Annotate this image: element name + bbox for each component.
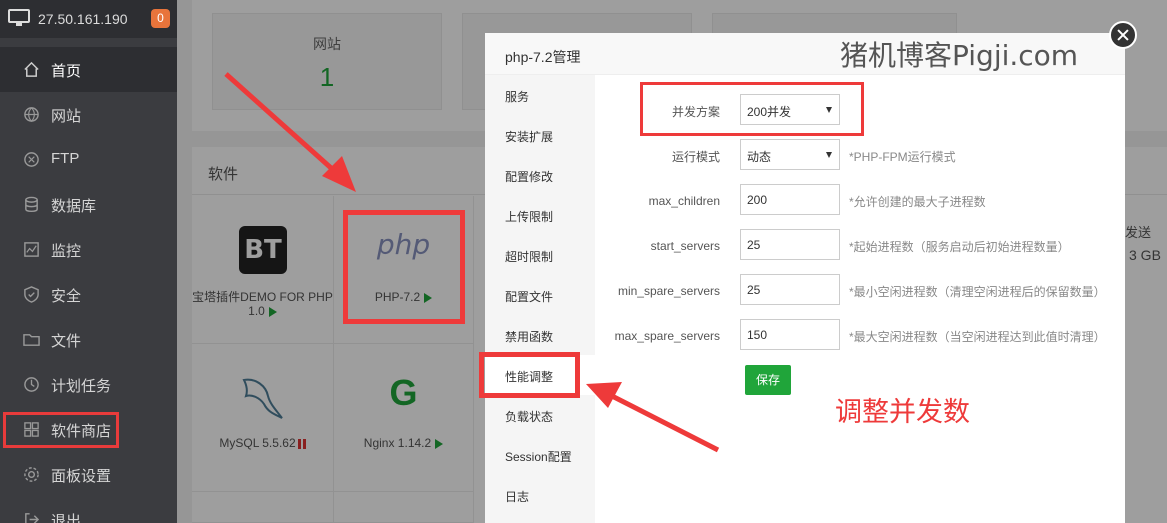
start-servers-input[interactable]: 25: [740, 229, 840, 260]
sidebar-item-label: 安全: [51, 288, 82, 305]
sidebar-item-label: 计划任务: [51, 378, 112, 395]
app-store-highlight-box: [3, 412, 119, 448]
sidebar-item-ftp[interactable]: FTP: [0, 137, 177, 182]
form-label-max-children: max_children: [648, 194, 720, 208]
sidebar-item-label: 退出: [51, 513, 82, 523]
sidebar-item-label: 监控: [51, 243, 82, 260]
sidebar-item-cron[interactable]: 计划任务: [0, 362, 177, 407]
database-icon: [25, 196, 38, 213]
max-spare-servers-input[interactable]: 150: [740, 319, 840, 350]
monitor-icon: [8, 9, 30, 26]
tab-install-extension[interactable]: 安装扩展: [485, 115, 595, 155]
sidebar-item-label: 文件: [51, 333, 82, 350]
sidebar-item-monitor[interactable]: 监控: [0, 227, 177, 272]
annotation-label: 调整并发数: [835, 397, 970, 427]
sidebar-item-label: 面板设置: [51, 468, 112, 485]
tab-logs[interactable]: 日志: [485, 475, 595, 515]
max-children-hint: *允许创建的最大子进程数: [849, 195, 986, 209]
sidebar-item-label: 网站: [51, 108, 82, 125]
clock-icon: [24, 377, 39, 392]
server-ip: 27.50.161.190: [38, 11, 128, 27]
tab-config-file[interactable]: 配置文件: [485, 275, 595, 315]
sidebar-item-settings[interactable]: 面板设置: [0, 452, 177, 497]
form-label-run-mode: 运行模式: [671, 150, 720, 164]
tab-service[interactable]: 服务: [485, 75, 595, 115]
performance-tab-highlight-box: [479, 352, 580, 398]
home-icon: [24, 61, 39, 77]
gear-icon: [24, 467, 39, 482]
start-servers-hint: *起始进程数（服务启动后初始进程数量）: [849, 240, 1070, 254]
sidebar-item-database[interactable]: 数据库: [0, 182, 177, 227]
watermark-text: 猪机博客Pigji.com: [840, 39, 1079, 72]
min-spare-servers-input[interactable]: 25: [740, 274, 840, 305]
tab-load-status[interactable]: 负载状态: [485, 395, 595, 435]
folder-icon: [23, 334, 40, 346]
tab-disabled-functions[interactable]: 禁用函数: [485, 315, 595, 355]
sidebar-item-security[interactable]: 安全: [0, 272, 177, 317]
run-mode-hint: *PHP-FPM运行模式: [849, 150, 956, 164]
modal-title: php-7.2管理: [505, 49, 581, 65]
tab-config-edit[interactable]: 配置修改: [485, 155, 595, 195]
php-highlight-box: [343, 210, 465, 324]
tab-timeout-limit[interactable]: 超时限制: [485, 235, 595, 275]
run-mode-select[interactable]: 动态: [740, 139, 840, 170]
sidebar-item-logout[interactable]: 退出: [0, 497, 177, 523]
max-spare-hint: *最大空闲进程数（当空闲进程达到此值时清理）: [849, 330, 1106, 344]
form-label-start-servers: start_servers: [650, 239, 720, 253]
ftp-icon: [24, 152, 39, 167]
sidebar-item-label: 数据库: [51, 198, 97, 215]
globe-icon: [24, 107, 39, 122]
sidebar: 27.50.161.190 0 首页 网站 FTP 数据库 监控 安全 文件 计…: [0, 0, 177, 523]
tab-session-config[interactable]: Session配置: [485, 435, 595, 475]
min-spare-hint: *最小空闲进程数（清理空闲进程后的保留数量）: [849, 285, 1106, 299]
sidebar-item-label: 首页: [51, 63, 82, 80]
modal-close-icon[interactable]: [1109, 21, 1137, 49]
logout-icon: [25, 513, 40, 523]
sidebar-item-home[interactable]: 首页: [0, 47, 177, 92]
notification-badge[interactable]: 0: [151, 9, 170, 28]
sidebar-item-website[interactable]: 网站: [0, 92, 177, 137]
server-header: 27.50.161.190 0: [0, 0, 177, 38]
save-button[interactable]: 保存: [745, 365, 791, 395]
monitor-chart-icon: [24, 242, 39, 257]
modal-tabs: 服务 安装扩展 配置修改 上传限制 超时限制 配置文件 禁用函数 性能调整 负载…: [485, 75, 595, 523]
concurrency-highlight-box: [640, 82, 864, 136]
max-children-input[interactable]: 200: [740, 184, 840, 215]
sidebar-item-files[interactable]: 文件: [0, 317, 177, 362]
shield-icon: [24, 286, 39, 303]
tab-upload-limit[interactable]: 上传限制: [485, 195, 595, 235]
form-label-min-spare: min_spare_servers: [617, 284, 720, 298]
sidebar-item-label: FTP: [51, 150, 80, 167]
form-label-max-spare: max_spare_servers: [614, 329, 720, 343]
